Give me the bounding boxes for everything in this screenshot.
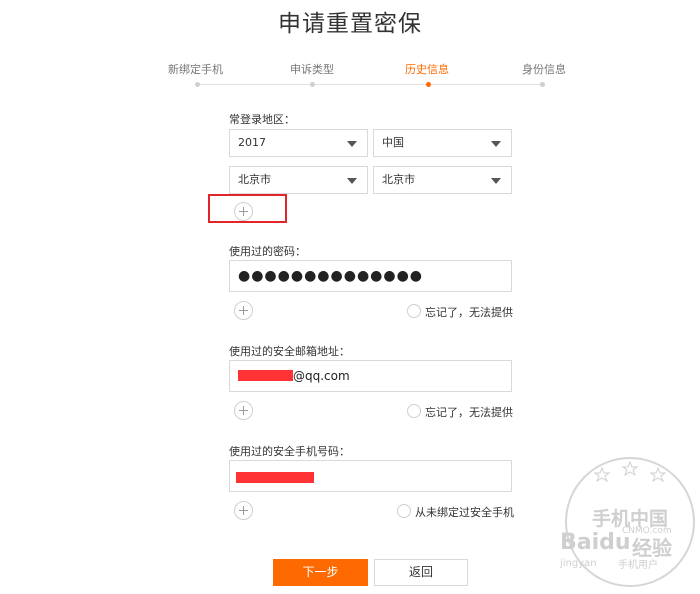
- email-forgot-label: 忘记了，无法提供: [425, 406, 513, 419]
- chevron-down-icon: [491, 178, 501, 184]
- step-dot-3-active: [426, 82, 431, 87]
- year-select-value: 2017: [238, 136, 266, 149]
- annotation-highlight-box: [208, 194, 287, 223]
- phone-redaction: [236, 472, 314, 483]
- steps-track: [195, 84, 545, 85]
- city-select[interactable]: 北京市: [373, 166, 512, 194]
- province-select[interactable]: 北京市: [229, 166, 368, 194]
- page-title: 申请重置密保: [278, 11, 422, 37]
- password-field[interactable]: ●●●●●●●●●●●●●●: [229, 260, 512, 292]
- chevron-down-icon: [347, 178, 357, 184]
- step-dot-1: [195, 82, 200, 87]
- phone-never-bound-radio[interactable]: [397, 504, 411, 518]
- watermark-sub: jingyan: [560, 558, 597, 569]
- password-forgot-radio[interactable]: [407, 304, 421, 318]
- country-select[interactable]: 中国: [373, 129, 512, 157]
- phone-label: 使用过的安全手机号码：: [229, 445, 350, 458]
- back-button[interactable]: 返回: [374, 559, 468, 586]
- password-label: 使用过的密码：: [229, 245, 306, 258]
- year-select[interactable]: 2017: [229, 129, 368, 157]
- city-select-value: 北京市: [382, 173, 415, 186]
- email-label: 使用过的安全邮箱地址：: [229, 345, 350, 358]
- email-forgot-radio[interactable]: [407, 404, 421, 418]
- email-redaction: [238, 370, 293, 381]
- step-new-phone: 新绑定手机: [168, 63, 223, 76]
- step-dot-2: [310, 82, 315, 87]
- email-field[interactable]: @qq.com: [229, 360, 512, 392]
- step-appeal-type: 申诉类型: [290, 63, 334, 76]
- email-domain: @qq.com: [293, 369, 350, 383]
- password-forgot-label: 忘记了，无法提供: [425, 306, 513, 319]
- next-step-button[interactable]: 下一步: [273, 559, 368, 586]
- country-select-value: 中国: [382, 136, 404, 149]
- chevron-down-icon: [491, 141, 501, 147]
- phone-never-bound-label: 从未绑定过安全手机: [415, 506, 514, 519]
- step-history-info: 历史信息: [405, 63, 449, 76]
- watermark-brand: Baidu: [560, 530, 631, 555]
- province-select-value: 北京市: [238, 173, 271, 186]
- step-identity-info: 身份信息: [522, 63, 566, 76]
- chevron-down-icon: [347, 141, 357, 147]
- phone-field[interactable]: [229, 460, 512, 492]
- login-region-label: 常登录地区：: [229, 113, 295, 126]
- step-dot-4: [540, 82, 545, 87]
- add-phone-button[interactable]: [234, 501, 253, 520]
- watermark-logo: 手机中国 CNMO.com Baidu 经验 jingyan 手机用户: [560, 452, 700, 590]
- watermark-stamp: 手机用户: [618, 560, 658, 571]
- add-password-button[interactable]: [234, 301, 253, 320]
- add-email-button[interactable]: [234, 401, 253, 420]
- password-value: ●●●●●●●●●●●●●●: [238, 268, 424, 284]
